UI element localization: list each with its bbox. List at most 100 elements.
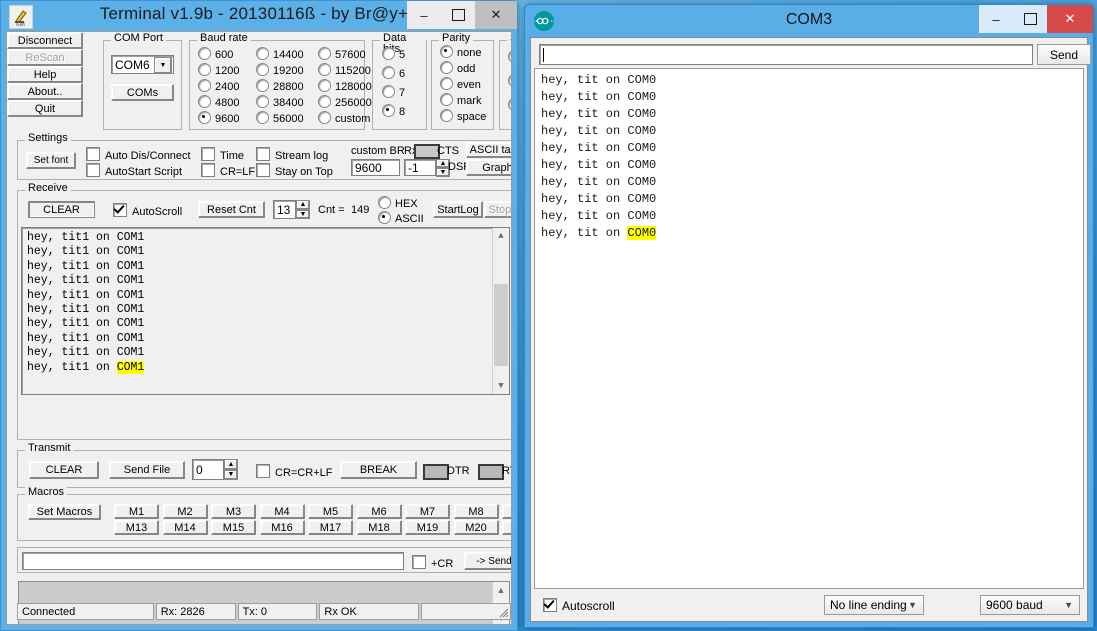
send-file-button[interactable]: Send File (109, 461, 185, 479)
receive-clear-button[interactable]: CLEAR (28, 201, 95, 218)
macro-button-M14[interactable]: M14 (162, 520, 208, 535)
com-port-select[interactable]: COM6 ▼ (111, 55, 174, 74)
help-button[interactable]: Help (7, 66, 83, 83)
break-button[interactable]: BREAK (340, 461, 417, 479)
com3-send-button[interactable]: Send (1037, 44, 1091, 65)
receive-spin-down-icon[interactable]: ▼ (296, 209, 310, 219)
reset-cnt-button[interactable]: Reset Cnt (198, 201, 265, 218)
about-button[interactable]: About.. (7, 83, 83, 100)
macro-button-M6[interactable]: M6 (356, 504, 402, 519)
cr-crlf-checkbox[interactable]: CR=CR+LF (256, 464, 332, 479)
scroll-down-icon[interactable]: ▼ (493, 378, 509, 394)
rts-indicator[interactable] (478, 464, 504, 480)
stop-bits-option-0[interactable] (508, 50, 511, 64)
baud-option-9600[interactable]: 9600 (198, 111, 239, 125)
status-resize-grip[interactable] (421, 603, 511, 620)
maximize-icon[interactable] (441, 1, 475, 29)
stay-on-top-checkbox[interactable]: Stay on Top (256, 163, 333, 178)
com3-output-console[interactable]: hey, tit on COM0 hey, tit on COM0 hey, tit… (534, 68, 1084, 589)
transmit-spin-up-icon[interactable]: ▲ (224, 459, 238, 470)
macro-button-M19[interactable]: M19 (405, 520, 450, 535)
custom-br-input[interactable]: 9600 (351, 159, 400, 176)
dtr-indicator[interactable] (423, 464, 449, 480)
macro-button-M1[interactable]: M1 (114, 504, 159, 519)
baud-option-56000[interactable]: 56000 (256, 111, 304, 125)
scroll-thumb[interactable] (494, 284, 508, 366)
macro-button-M18[interactable]: M18 (356, 520, 402, 535)
receive-console[interactable]: hey, tit1 on COM1 hey, tit1 on COM1 hey, t… (21, 227, 510, 395)
baud-option-19200[interactable]: 19200 (256, 63, 304, 77)
baud-option-2400[interactable]: 2400 (198, 79, 239, 93)
receive-autoscroll-checkbox[interactable]: AutoScroll (113, 203, 182, 218)
macro-button-M13[interactable]: M13 (114, 520, 159, 535)
baud-option-256000[interactable]: 256000 (318, 95, 372, 109)
minimize-icon[interactable]: – (407, 1, 441, 29)
macro-button-M20[interactable]: M20 (453, 520, 499, 535)
set-font-button[interactable]: Set font (26, 152, 76, 169)
macro-button-M16[interactable]: M16 (259, 520, 305, 535)
baud-option-1200[interactable]: 1200 (198, 63, 239, 77)
hex-radio[interactable]: HEX (378, 196, 418, 210)
ascii-radio[interactable]: ASCII (378, 211, 424, 225)
send-input[interactable] (22, 552, 404, 570)
macro-button-M7[interactable]: M7 (405, 504, 450, 519)
receive-spinner[interactable]: 13 ▲ ▼ (273, 200, 310, 219)
chevron-down-icon[interactable]: ▼ (154, 57, 172, 74)
macro-button-M15[interactable]: M15 (211, 520, 256, 535)
com3-maximize-icon[interactable] (1013, 5, 1047, 33)
close-icon[interactable]: ✕ (475, 1, 517, 29)
com3-close-icon[interactable]: ✕ (1047, 5, 1093, 33)
auto-dis-connect-checkbox[interactable]: Auto Dis/Connect (86, 147, 191, 162)
receive-scrollbar[interactable]: ▲ ▼ (492, 228, 509, 394)
macro-button-overflow[interactable] (502, 520, 511, 535)
baud-option-custom[interactable]: custom (318, 111, 370, 125)
baud-option-600[interactable]: 600 (198, 47, 233, 61)
set-macros-button[interactable]: Set Macros (28, 504, 101, 520)
autostart-script-checkbox[interactable]: AutoStart Script (86, 163, 182, 178)
data-bits-option-5[interactable]: 5 (382, 47, 405, 61)
time-checkbox[interactable]: Time (201, 147, 244, 162)
transmit-spinner[interactable]: 0 ▲ ▼ (192, 459, 238, 480)
ascii-table-button[interactable]: ASCII table (466, 142, 511, 158)
graph-button[interactable]: Graph (466, 159, 511, 176)
quit-button[interactable]: Quit (7, 100, 83, 117)
macro-button-M2[interactable]: M2 (162, 504, 208, 519)
macro-button-M3[interactable]: M3 (211, 504, 256, 519)
stop-bits-option-1[interactable] (508, 74, 511, 88)
com3-minimize-icon[interactable]: – (979, 5, 1013, 33)
rx-clear-spinner[interactable]: -1 ▲ ▼ (404, 159, 450, 177)
baud-option-4800[interactable]: 4800 (198, 95, 239, 109)
data-bits-option-6[interactable]: 6 (382, 66, 405, 80)
baud-option-14400[interactable]: 14400 (256, 47, 304, 61)
disconnect-button[interactable]: Disconnect (7, 32, 83, 49)
parity-option-space[interactable]: space (440, 109, 486, 123)
startlog-button[interactable]: StartLog (433, 201, 483, 218)
data-bits-option-7[interactable]: 7 (382, 85, 405, 99)
crlf-checkbox[interactable]: CR=LF (201, 163, 255, 178)
send-arrow-button[interactable]: -> Send (464, 552, 511, 570)
baud-option-115200[interactable]: 115200 (318, 63, 371, 77)
scroll-up-icon[interactable]: ▲ (493, 228, 509, 244)
baud-option-28800[interactable]: 28800 (256, 79, 304, 93)
transmit-clear-button[interactable]: CLEAR (29, 461, 99, 479)
line-ending-select[interactable]: No line ending ▼ (824, 595, 924, 615)
stream-log-checkbox[interactable]: Stream log (256, 147, 328, 162)
receive-spin-up-icon[interactable]: ▲ (296, 200, 310, 210)
macro-button-M5[interactable]: M5 (308, 504, 353, 519)
transmit-spin-down-icon[interactable]: ▼ (224, 469, 238, 480)
macro-button-M4[interactable]: M4 (259, 504, 305, 519)
parity-option-none[interactable]: none (440, 45, 481, 59)
baud-option-38400[interactable]: 38400 (256, 95, 304, 109)
plus-cr-checkbox[interactable]: +CR (412, 555, 453, 570)
parity-option-even[interactable]: even (440, 77, 481, 91)
parity-option-mark[interactable]: mark (440, 93, 481, 107)
macro-button-M17[interactable]: M17 (308, 520, 353, 535)
terminal-title-bar[interactable]: TERM Terminal v1.9b - 20130116ß - by Br@… (1, 1, 517, 31)
com3-command-input[interactable] (539, 44, 1033, 65)
com3-autoscroll-checkbox[interactable]: Autoscroll (543, 598, 615, 613)
com3-title-bar[interactable]: COM3 – ✕ (525, 5, 1093, 37)
coms-button[interactable]: COMs (111, 84, 174, 101)
baud-option-57600[interactable]: 57600 (318, 47, 366, 61)
stop-bits-option-2[interactable] (508, 98, 511, 112)
macro-button-overflow[interactable] (502, 504, 511, 519)
